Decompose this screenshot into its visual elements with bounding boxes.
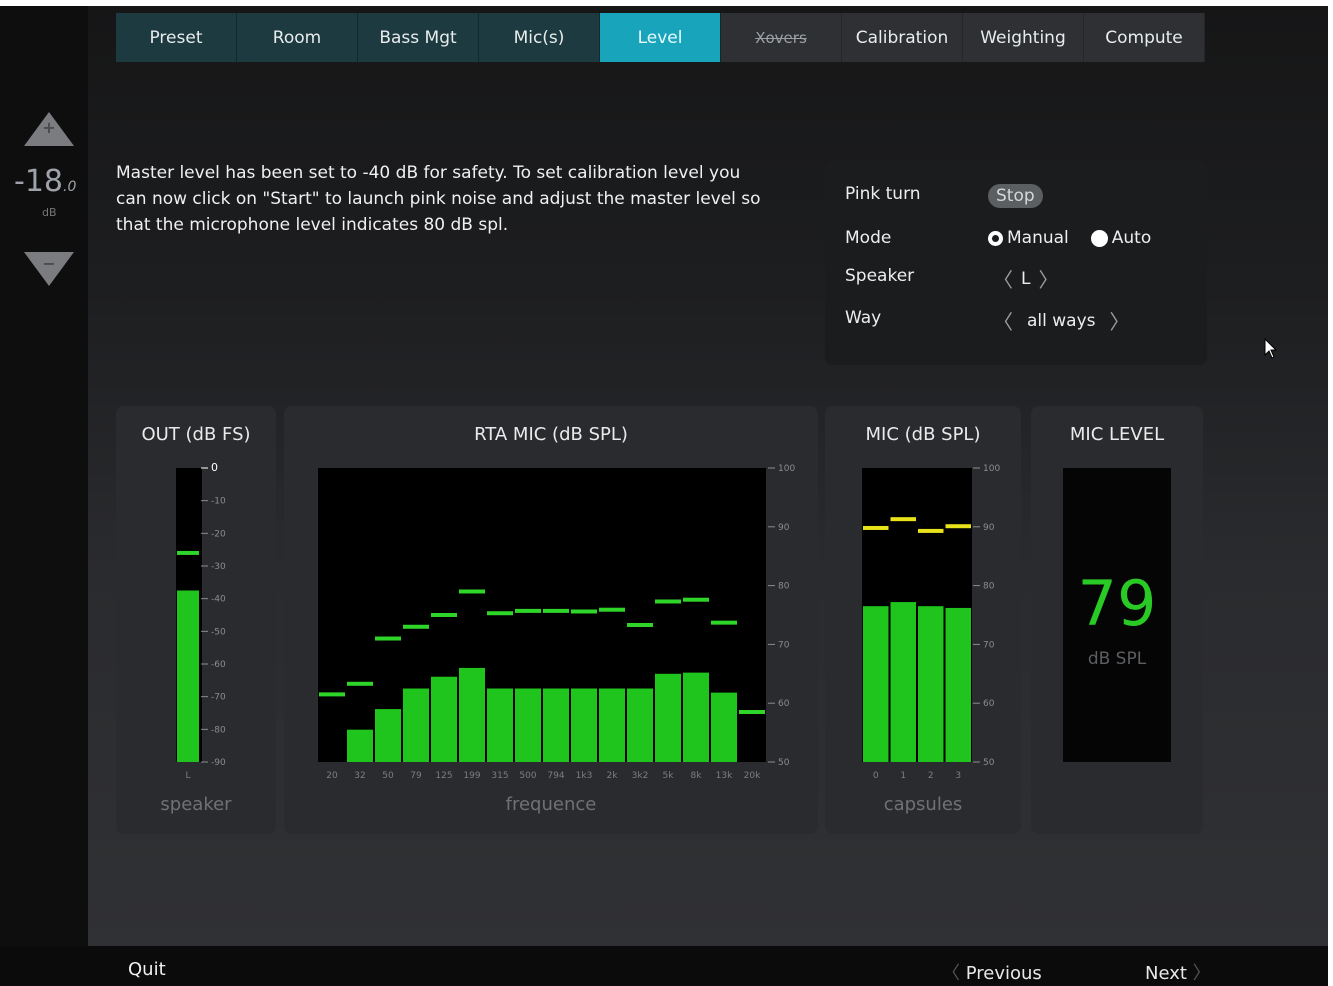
speaker-value: L: [1021, 268, 1031, 289]
tab-room[interactable]: Room: [237, 13, 358, 62]
next-button[interactable]: Next 〉: [1145, 959, 1211, 985]
mode-manual-label: Manual: [1007, 228, 1069, 248]
out-meter-card: OUT (dB FS) speaker: [116, 406, 276, 834]
speaker-prev-chevron-icon[interactable]: 〈: [985, 264, 1021, 293]
mic-level-value: 79: [1077, 567, 1157, 640]
tab-bass-mgt[interactable]: Bass Mgt: [358, 13, 479, 62]
way-label: Way: [845, 308, 882, 328]
tab-level[interactable]: Level: [600, 13, 721, 62]
chevron-right-icon: 〉: [1186, 963, 1211, 984]
way-next-chevron-icon[interactable]: 〉: [1102, 306, 1138, 335]
tab-calibration[interactable]: Calibration: [842, 13, 963, 62]
rta-meter-footer: frequence: [505, 794, 597, 815]
out-meter-title: OUT (dB FS): [141, 424, 251, 445]
mic-meter-title: MIC (dB SPL): [865, 424, 981, 445]
plus-icon: +: [42, 118, 56, 137]
tab-compute[interactable]: Compute: [1084, 13, 1205, 62]
tab-xovers: Xovers: [721, 13, 842, 62]
tab-preset[interactable]: Preset: [116, 13, 237, 62]
way-value: all ways: [1027, 310, 1096, 331]
minus-icon: −: [42, 254, 56, 273]
mode-label: Mode: [845, 228, 892, 248]
rta-meter-title: RTA MIC (dB SPL): [474, 424, 628, 445]
quit-button[interactable]: Quit: [128, 959, 166, 980]
way-prev-chevron-icon[interactable]: 〈: [985, 306, 1021, 335]
instruction-text: Master level has been set to -40 dB for …: [116, 163, 761, 235]
stop-button[interactable]: Stop: [988, 184, 1043, 208]
tab-bar: Preset Room Bass Mgt Mic(s) Level Xovers…: [116, 13, 1205, 62]
rta-meter-card: RTA MIC (dB SPL) frequence: [284, 406, 818, 834]
speaker-label: Speaker: [845, 266, 915, 286]
mic-meter-card: MIC (dB SPL) capsules: [825, 406, 1021, 834]
bottom-nav-bar: [88, 946, 1328, 986]
tab-mics[interactable]: Mic(s): [479, 13, 600, 62]
tab-weighting[interactable]: Weighting: [963, 13, 1084, 62]
mic-level-title: MIC LEVEL: [1069, 424, 1165, 445]
mouse-cursor-icon: [1264, 338, 1278, 359]
mode-manual-radio[interactable]: Manual: [988, 228, 1069, 248]
mic-level-display: 79 dB SPL: [1063, 468, 1171, 762]
window-frame-right: [1328, 0, 1333, 986]
window-frame-top: [0, 0, 1333, 6]
previous-button[interactable]: 〈 Previous: [942, 959, 1042, 985]
pink-noise-panel: Pink turn Stop Mode Manual Auto Speaker …: [825, 160, 1207, 365]
speaker-next-chevron-icon[interactable]: 〉: [1030, 264, 1066, 293]
radio-unselected-icon: [1090, 229, 1108, 247]
pink-turn-label: Pink turn: [845, 184, 921, 204]
out-meter-footer: speaker: [160, 794, 232, 815]
radio-selected-icon: [988, 230, 1003, 246]
mode-auto-label: Auto: [1111, 228, 1152, 248]
mode-auto-radio[interactable]: Auto: [1090, 228, 1152, 248]
volume-unit: dB: [42, 206, 57, 219]
left-volume-bar: [0, 6, 88, 946]
chevron-left-icon: 〈: [942, 963, 966, 984]
mic-meter-footer: capsules: [883, 794, 963, 815]
mic-level-unit: dB SPL: [1087, 649, 1147, 669]
volume-value: -18.0: [14, 164, 77, 199]
